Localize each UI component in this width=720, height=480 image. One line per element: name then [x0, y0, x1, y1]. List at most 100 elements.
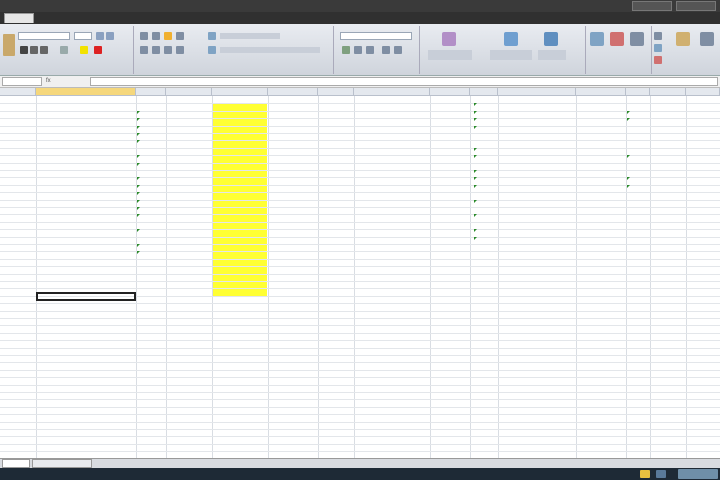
format-as-table-label[interactable] [490, 50, 532, 60]
error-indicator [627, 177, 630, 181]
align-middle-icon[interactable] [152, 32, 160, 40]
format-as-table-icon[interactable] [504, 32, 518, 46]
percent-icon[interactable] [354, 46, 362, 54]
error-indicator [137, 199, 140, 203]
spreadsheet-grid[interactable] [0, 88, 720, 458]
window-button[interactable] [632, 1, 672, 11]
error-indicator [474, 199, 477, 203]
grow-font-icon[interactable] [96, 32, 104, 40]
sort-filter-icon[interactable] [676, 32, 690, 46]
comma-icon[interactable] [366, 46, 374, 54]
column-header[interactable] [166, 88, 212, 96]
align-top-icon[interactable] [140, 32, 148, 40]
currency-icon[interactable] [342, 46, 350, 54]
error-indicator [137, 110, 140, 114]
column-header[interactable] [470, 88, 498, 96]
grid-line [0, 303, 720, 305]
autosum-icon[interactable] [654, 32, 662, 40]
align-bottom-icon[interactable] [164, 32, 172, 40]
grid-line [0, 399, 720, 401]
align-right-icon[interactable] [164, 46, 172, 54]
font-size-dropdown[interactable] [74, 32, 92, 40]
column-header[interactable] [318, 88, 354, 96]
borders-icon[interactable] [60, 46, 68, 54]
grid-line [0, 436, 720, 438]
column-header[interactable] [686, 88, 720, 96]
tab-data[interactable] [190, 13, 224, 23]
taskbar-app-icon[interactable] [640, 470, 650, 478]
grid-line [0, 332, 720, 334]
shrink-font-icon[interactable] [106, 32, 114, 40]
number-format-dropdown[interactable] [340, 32, 412, 40]
grid-line [0, 288, 720, 290]
window-button[interactable] [676, 1, 716, 11]
orientation-icon[interactable] [176, 32, 184, 40]
font-name-dropdown[interactable] [18, 32, 70, 40]
tab-page-layout[interactable] [78, 13, 136, 23]
format-cells-icon[interactable] [630, 32, 644, 46]
error-indicator [474, 125, 477, 129]
column-header[interactable] [0, 88, 36, 96]
grid-line [0, 406, 720, 408]
font-color-icon[interactable] [94, 46, 102, 54]
column-header[interactable] [36, 88, 136, 96]
wrap-text-label[interactable] [220, 33, 280, 39]
name-box[interactable] [2, 77, 42, 86]
tab-review[interactable] [232, 13, 280, 23]
delete-cells-icon[interactable] [610, 32, 624, 46]
indent-icon[interactable] [176, 46, 184, 54]
tab-developer[interactable] [320, 13, 368, 23]
align-center-icon[interactable] [152, 46, 160, 54]
column-header[interactable] [136, 88, 166, 96]
error-indicator [137, 140, 140, 144]
tab-view[interactable] [290, 13, 312, 23]
column-header[interactable] [268, 88, 318, 96]
column-header[interactable] [430, 88, 470, 96]
conditional-formatting-label[interactable] [428, 50, 472, 60]
tab-home[interactable] [4, 13, 34, 23]
tab-formulas[interactable] [142, 13, 182, 23]
sheet-tab-bar [0, 458, 720, 468]
taskbar-app-icon[interactable] [656, 470, 666, 478]
fill-color-icon[interactable] [80, 46, 88, 54]
title-bar [0, 0, 720, 12]
increase-decimal-icon[interactable] [382, 46, 390, 54]
wrap-text-icon[interactable] [208, 32, 216, 40]
sheet-tab[interactable] [32, 459, 92, 468]
column-header[interactable] [650, 88, 686, 96]
error-indicator [137, 184, 140, 188]
find-select-icon[interactable] [700, 32, 714, 46]
grid-line [0, 199, 720, 201]
cell-styles-label[interactable] [538, 50, 566, 60]
align-left-icon[interactable] [140, 46, 148, 54]
grid-line [0, 273, 720, 275]
grid-line [0, 443, 720, 445]
italic-icon[interactable] [30, 46, 38, 54]
clear-icon[interactable] [654, 56, 662, 64]
conditional-formatting-icon[interactable] [442, 32, 456, 46]
decrease-decimal-icon[interactable] [394, 46, 402, 54]
fill-icon[interactable] [654, 44, 662, 52]
column-header[interactable] [576, 88, 626, 96]
paste-icon[interactable] [3, 34, 15, 56]
grid-line [0, 244, 720, 245]
underline-icon[interactable] [40, 46, 48, 54]
error-indicator [474, 147, 477, 151]
column-header[interactable] [212, 88, 268, 96]
active-cell[interactable] [36, 292, 136, 302]
formula-input[interactable] [90, 77, 718, 86]
cell-styles-icon[interactable] [544, 32, 558, 46]
fx-icon[interactable]: fx [46, 77, 86, 86]
bold-icon[interactable] [20, 46, 28, 54]
grid-line [0, 192, 720, 194]
merge-center-icon[interactable] [208, 46, 216, 54]
column-header[interactable] [626, 88, 650, 96]
ribbon-group-styles [420, 26, 586, 74]
insert-cells-icon[interactable] [590, 32, 604, 46]
tab-insert[interactable] [40, 13, 70, 23]
error-indicator [137, 244, 140, 247]
column-header[interactable] [354, 88, 430, 96]
sheet-tab-active[interactable] [2, 459, 30, 468]
column-header[interactable] [498, 88, 576, 96]
merge-center-label[interactable] [220, 47, 320, 53]
